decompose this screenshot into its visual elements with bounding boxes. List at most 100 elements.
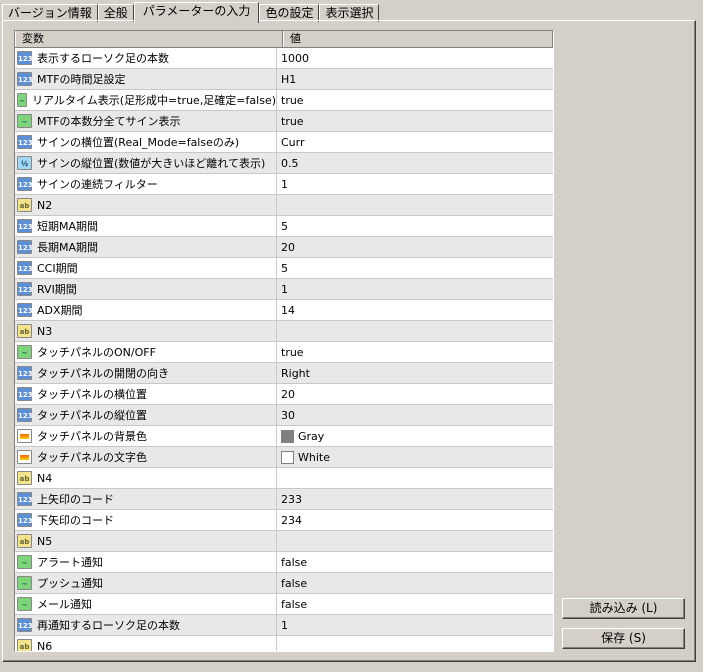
column-header-value[interactable]: 値	[283, 31, 553, 47]
table-row[interactable]: ab N3	[15, 321, 553, 342]
value-text: 5	[281, 219, 288, 233]
value-cell[interactable]	[277, 468, 553, 488]
value-cell[interactable]: 30	[277, 405, 553, 425]
table-row[interactable]: ab N5	[15, 531, 553, 552]
value-cell[interactable]: false	[277, 552, 553, 572]
value-cell[interactable]: Gray	[277, 426, 553, 446]
variable-cell: 123 サインの連続フィルター	[15, 174, 277, 194]
value-cell[interactable]: 1	[277, 615, 553, 635]
value-cell[interactable]: 5	[277, 258, 553, 278]
variable-cell: 123 タッチパネルの横位置	[15, 384, 277, 404]
value-cell[interactable]: H1	[277, 69, 553, 89]
table-row[interactable]: ~ タッチパネルのON/OFF true	[15, 342, 553, 363]
value-cell[interactable]: false	[277, 573, 553, 593]
value-cell[interactable]: 1	[277, 279, 553, 299]
table-row[interactable]: タッチパネルの文字色 White	[15, 447, 553, 468]
variable-name: N5	[37, 534, 53, 548]
table-row[interactable]: ab N6	[15, 636, 553, 651]
variable-cell: ~ タッチパネルのON/OFF	[15, 342, 277, 362]
integer-icon: 123	[17, 219, 33, 233]
integer-icon: 123	[17, 261, 33, 275]
value-text: White	[298, 450, 330, 464]
value-text: false	[281, 555, 308, 569]
value-text: 0.5	[281, 156, 299, 170]
value-cell[interactable]: 5	[277, 216, 553, 236]
table-row[interactable]: 123 タッチパネルの開閉の向き Right	[15, 363, 553, 384]
table-row[interactable]: ab N4	[15, 468, 553, 489]
value-cell[interactable]: White	[277, 447, 553, 467]
value-cell[interactable]: 1000	[277, 48, 553, 68]
string-icon: ab	[17, 324, 32, 338]
value-cell[interactable]: 234	[277, 510, 553, 530]
value-cell[interactable]	[277, 195, 553, 215]
variable-name: N4	[37, 471, 53, 485]
integer-icon: 123	[17, 492, 33, 506]
save-button[interactable]: 保存 (S)	[562, 628, 685, 649]
variable-name: MTFの時間足設定	[37, 72, 126, 86]
variable-name: リアルタイム表示(足形成中=true,足確定=false)	[32, 93, 276, 107]
value-text: 1	[281, 618, 288, 632]
load-button[interactable]: 読み込み (L)	[562, 598, 685, 619]
integer-icon: 123	[17, 282, 33, 296]
table-row[interactable]: ~ メール通知 false	[15, 594, 553, 615]
table-header: 変数 値	[15, 31, 553, 48]
value-text: H1	[281, 72, 297, 86]
table-row[interactable]: タッチパネルの背景色 Gray	[15, 426, 553, 447]
value-cell[interactable]: 20	[277, 384, 553, 404]
value-text: Right	[281, 366, 310, 380]
table-row[interactable]: 123 タッチパネルの縦位置 30	[15, 405, 553, 426]
variable-name: タッチパネルのON/OFF	[37, 345, 156, 359]
value-cell[interactable]: 20	[277, 237, 553, 257]
table-row[interactable]: 123 タッチパネルの横位置 20	[15, 384, 553, 405]
table-row[interactable]: 123 上矢印のコード 233	[15, 489, 553, 510]
variable-cell: 123 短期MA期間	[15, 216, 277, 236]
value-text: false	[281, 597, 308, 611]
table-row[interactable]: 123 MTFの時間足設定 H1	[15, 69, 553, 90]
table-row[interactable]: ½ サインの縦位置(数値が大きいほど離れて表示) 0.5	[15, 153, 553, 174]
variable-cell: ab N6	[15, 636, 277, 651]
value-text: Curr	[281, 135, 305, 149]
integer-icon: 123	[17, 408, 33, 422]
table-row[interactable]: 123 サインの連続フィルター 1	[15, 174, 553, 195]
value-text: Gray	[298, 429, 325, 443]
boolean-icon: ~	[17, 597, 32, 611]
table-row[interactable]: ~ MTFの本数分全てサイン表示 true	[15, 111, 553, 132]
column-header-variable[interactable]: 変数	[15, 31, 283, 47]
value-cell[interactable]: true	[277, 90, 553, 110]
parameters-table[interactable]: 変数 値 123 表示するローソク足の本数 1000 123 MTFの時間足設定 H1 ~ リ…	[14, 30, 554, 652]
variable-cell: 123 タッチパネルの開閉の向き	[15, 363, 277, 383]
table-row[interactable]: 123 サインの横位置(Real_Mode=falseのみ) Curr	[15, 132, 553, 153]
table-row[interactable]: 123 長期MA期間 20	[15, 237, 553, 258]
tab-2[interactable]: パラメーターの入力	[133, 2, 260, 23]
integer-icon: 123	[17, 387, 33, 401]
value-text: true	[281, 345, 304, 359]
tab-bar: バージョン情報 全般 パラメーターの入力 色の設定 表示選択	[2, 2, 380, 23]
value-cell[interactable]: Curr	[277, 132, 553, 152]
table-row[interactable]: ~ リアルタイム表示(足形成中=true,足確定=false) true	[15, 90, 553, 111]
table-row[interactable]: 123 再通知するローソク足の本数 1	[15, 615, 553, 636]
value-cell[interactable]: 14	[277, 300, 553, 320]
value-cell[interactable]: 233	[277, 489, 553, 509]
table-row[interactable]: 123 CCI期間 5	[15, 258, 553, 279]
table-row[interactable]: ab N2	[15, 195, 553, 216]
value-cell[interactable]: Right	[277, 363, 553, 383]
table-row[interactable]: 123 ADX期間 14	[15, 300, 553, 321]
table-row[interactable]: ~ アラート通知 false	[15, 552, 553, 573]
table-row[interactable]: 123 RVI期間 1	[15, 279, 553, 300]
value-cell[interactable]: 0.5	[277, 153, 553, 173]
integer-icon: 123	[17, 366, 33, 380]
value-cell[interactable]: true	[277, 342, 553, 362]
value-cell[interactable]: false	[277, 594, 553, 614]
color-swatch	[281, 450, 294, 464]
table-row[interactable]: ~ プッシュ通知 false	[15, 573, 553, 594]
table-row[interactable]: 123 下矢印のコード 234	[15, 510, 553, 531]
table-row[interactable]: 123 表示するローソク足の本数 1000	[15, 48, 553, 69]
value-cell[interactable]: 1	[277, 174, 553, 194]
variable-cell: 123 ADX期間	[15, 300, 277, 320]
table-row[interactable]: 123 短期MA期間 5	[15, 216, 553, 237]
value-cell[interactable]	[277, 321, 553, 341]
value-cell[interactable]	[277, 636, 553, 651]
integer-icon: 123	[17, 135, 33, 149]
value-cell[interactable]: true	[277, 111, 553, 131]
value-cell[interactable]	[277, 531, 553, 551]
